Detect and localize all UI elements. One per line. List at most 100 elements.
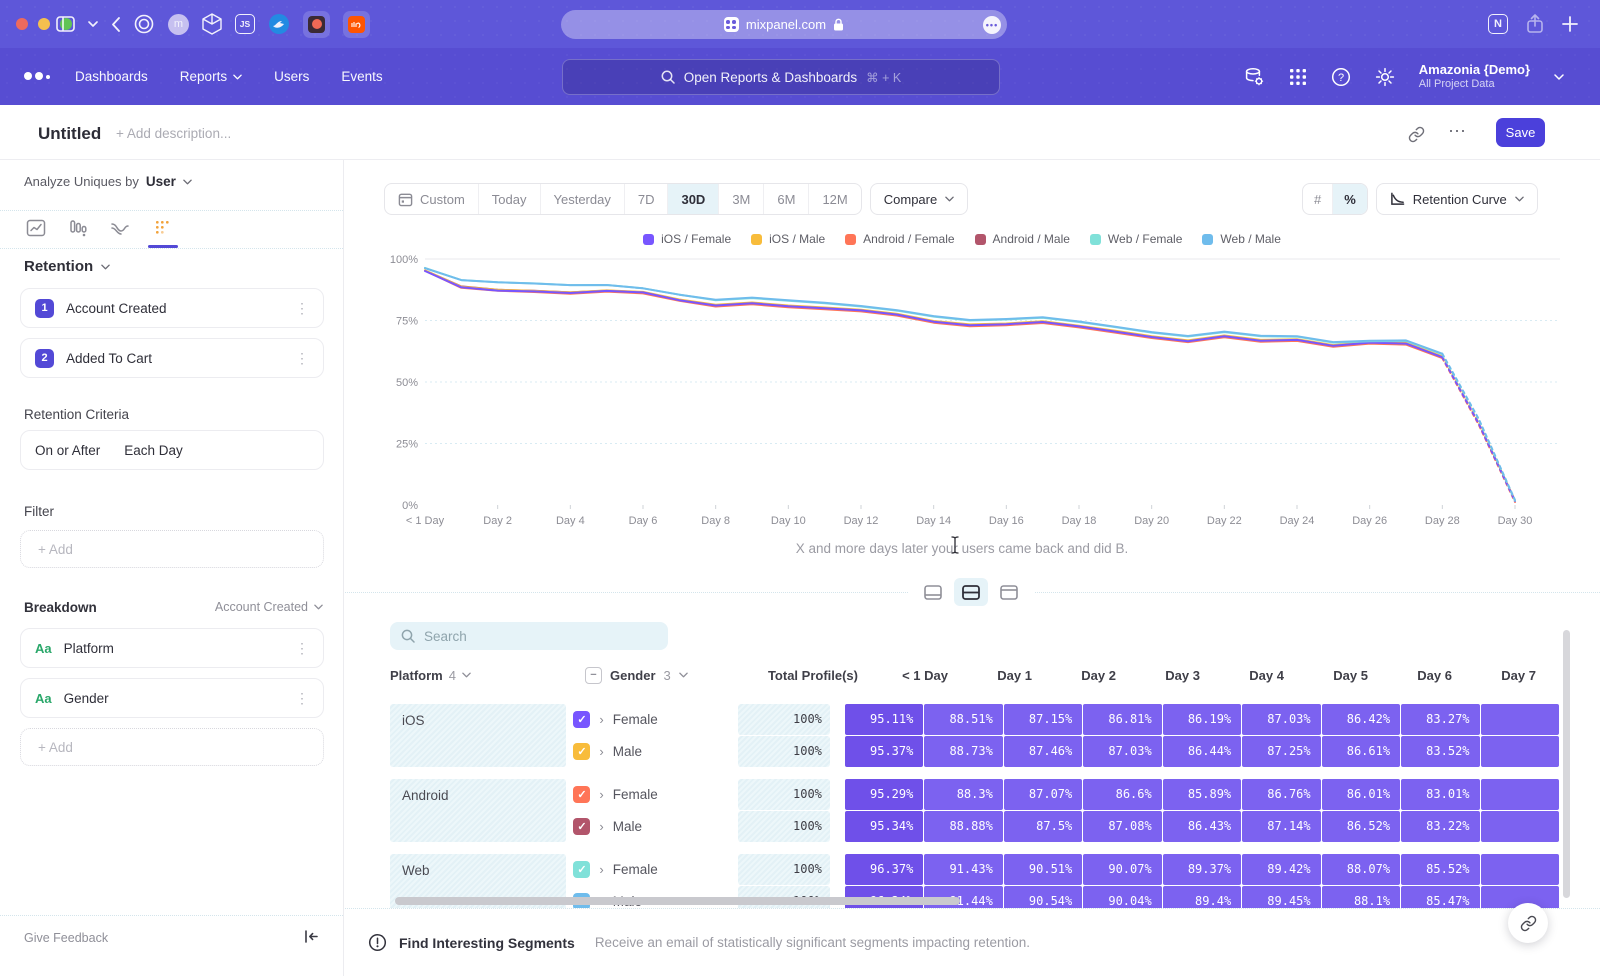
- extension-js-icon[interactable]: JS: [235, 14, 255, 34]
- retention-value-cell[interactable]: 85.52%: [1401, 854, 1479, 885]
- retention-value-cell[interactable]: 96.37%: [845, 854, 923, 885]
- column-day-6[interactable]: Day 6: [1378, 668, 1462, 683]
- retention-value-cell[interactable]: 86.61%: [1322, 736, 1400, 767]
- step-event-name[interactable]: Account Created: [66, 301, 167, 316]
- address-bar[interactable]: mixpanel.com •••: [561, 10, 1007, 39]
- column-day-4[interactable]: Day 4: [1210, 668, 1294, 683]
- collapse-sidebar-icon[interactable]: [303, 929, 319, 944]
- retention-value-cell[interactable]: 89.37%: [1163, 854, 1241, 885]
- traffic-close-button[interactable]: [16, 18, 28, 30]
- retention-value-cell[interactable]: 83.01%: [1401, 779, 1479, 810]
- compare-button[interactable]: Compare: [870, 183, 968, 215]
- retention-value-cell[interactable]: 85.47%: [1401, 886, 1479, 908]
- vertical-scrollbar[interactable]: [1563, 630, 1570, 898]
- retention-value-cell[interactable]: 90.07%: [1083, 854, 1161, 885]
- retention-value-cell[interactable]: 86.76%: [1242, 779, 1320, 810]
- extension-cube-icon[interactable]: [202, 13, 222, 35]
- retention-value-cell[interactable]: 95.34%: [845, 811, 923, 842]
- sidebar-toggle-icon[interactable]: [56, 16, 75, 32]
- retention-value-cell[interactable]: 86.19%: [1163, 704, 1241, 735]
- date-range-30d[interactable]: 30D: [667, 184, 718, 214]
- legend-item[interactable]: Web / Female: [1090, 232, 1182, 246]
- project-switcher[interactable]: Amazonia {Demo} All Project Data: [1419, 62, 1530, 92]
- more-options-icon[interactable]: ⋯: [1448, 121, 1467, 142]
- retention-value-cell[interactable]: 89.4%: [1163, 886, 1241, 908]
- retention-value-cell[interactable]: 87.46%: [1004, 736, 1082, 767]
- breakdown-scope-selector[interactable]: Account Created: [215, 600, 308, 614]
- chart-type-selector[interactable]: Retention Curve: [1376, 183, 1538, 215]
- copy-link-button[interactable]: [1508, 903, 1548, 943]
- tab-insights-icon[interactable]: [26, 218, 46, 238]
- data-management-icon[interactable]: [1244, 67, 1265, 87]
- retention-value-cell[interactable]: 90.54%: [1004, 886, 1082, 908]
- platform-cell[interactable]: iOS: [390, 704, 566, 767]
- expand-row-icon[interactable]: ›: [599, 744, 603, 759]
- unit-number-button[interactable]: #: [1303, 184, 1332, 214]
- step-event-name[interactable]: Added To Cart: [66, 351, 152, 366]
- retention-value-cell[interactable]: 91.43%: [924, 854, 1002, 885]
- retention-value-cell[interactable]: 90.04%: [1083, 886, 1161, 908]
- notion-icon[interactable]: N: [1488, 14, 1508, 34]
- step-card-added-to-cart[interactable]: 2 Added To Cart ⋮: [20, 338, 324, 378]
- legend-item[interactable]: iOS / Female: [643, 232, 731, 246]
- retention-value-cell[interactable]: 87.03%: [1242, 704, 1320, 735]
- criteria-interval[interactable]: Each Day: [124, 443, 183, 458]
- retention-value-cell[interactable]: 87.14%: [1242, 811, 1320, 842]
- back-icon[interactable]: [111, 17, 120, 32]
- retention-value-cell[interactable]: 86.52%: [1322, 811, 1400, 842]
- retention-criteria-card[interactable]: On or After Each Day: [20, 430, 324, 470]
- retention-value-cell[interactable]: 87.08%: [1083, 811, 1161, 842]
- legend-item[interactable]: Web / Male: [1202, 232, 1280, 246]
- global-search[interactable]: Open Reports & Dashboards ⌘ + K: [562, 59, 1000, 95]
- traffic-minimize-button[interactable]: [38, 18, 50, 30]
- retention-value-cell[interactable]: 89.45%: [1242, 886, 1320, 908]
- kebab-menu-icon[interactable]: ⋮: [295, 690, 309, 707]
- retention-value-cell[interactable]: 88.3%: [924, 779, 1002, 810]
- retention-value-cell[interactable]: 86.81%: [1083, 704, 1161, 735]
- kebab-menu-icon[interactable]: ⋮: [295, 300, 309, 317]
- page-title[interactable]: Untitled: [38, 124, 101, 144]
- column-day-1[interactable]: Day 1: [958, 668, 1042, 683]
- legend-item[interactable]: iOS / Male: [751, 232, 825, 246]
- breakdown-card-gender[interactable]: Aa Gender ⋮: [20, 678, 324, 718]
- retention-value-cell[interactable]: 87.15%: [1004, 704, 1082, 735]
- share-link-icon[interactable]: [1408, 126, 1425, 143]
- nav-reports[interactable]: Reports: [180, 69, 242, 84]
- retention-value-cell[interactable]: 90.51%: [1004, 854, 1082, 885]
- retention-value-cell[interactable]: 95.29%: [845, 779, 923, 810]
- give-feedback-link[interactable]: Give Feedback: [24, 931, 108, 945]
- add-breakdown-button[interactable]: + Add: [20, 728, 324, 766]
- retention-value-cell[interactable]: 87.07%: [1004, 779, 1082, 810]
- legend-item[interactable]: Android / Female: [845, 232, 954, 246]
- retention-value-cell[interactable]: 88.51%: [924, 704, 1002, 735]
- mixpanel-logo[interactable]: [24, 72, 50, 80]
- add-filter-button[interactable]: + Add: [20, 530, 324, 568]
- series-checkbox[interactable]: ✓: [573, 743, 590, 760]
- retention-value-cell[interactable]: 87.5%: [1004, 811, 1082, 842]
- layout-split-icon[interactable]: [954, 578, 988, 606]
- expand-row-icon[interactable]: ›: [599, 862, 603, 877]
- help-icon[interactable]: ?: [1331, 67, 1351, 87]
- retention-value-cell[interactable]: 86.01%: [1322, 779, 1400, 810]
- retention-value-cell[interactable]: 88.73%: [924, 736, 1002, 767]
- step-card-account-created[interactable]: 1 Account Created ⋮: [20, 288, 324, 328]
- platform-cell[interactable]: Android: [390, 779, 566, 842]
- extension-bird-icon[interactable]: [268, 13, 290, 35]
- horizontal-scrollbar[interactable]: [395, 897, 960, 905]
- tab-funnels-icon[interactable]: [68, 218, 88, 238]
- retention-value-cell[interactable]: 83.22%: [1401, 811, 1479, 842]
- date-range-3m[interactable]: 3M: [718, 184, 763, 214]
- retention-value-cell[interactable]: 86.6%: [1083, 779, 1161, 810]
- save-button[interactable]: Save: [1496, 118, 1545, 147]
- unit-percent-button[interactable]: %: [1332, 184, 1367, 214]
- column-day-2[interactable]: Day 2: [1042, 668, 1126, 683]
- retention-value-cell[interactable]: 86.42%: [1322, 704, 1400, 735]
- retention-value-cell[interactable]: 87.03%: [1083, 736, 1161, 767]
- retention-value-cell[interactable]: 85.89%: [1163, 779, 1241, 810]
- share-icon[interactable]: [1526, 14, 1544, 34]
- date-range-6m[interactable]: 6M: [763, 184, 808, 214]
- nav-events[interactable]: Events: [341, 69, 382, 84]
- select-all-checkbox-indeterminate[interactable]: −: [585, 667, 602, 684]
- criteria-mode[interactable]: On or After: [35, 443, 100, 458]
- nav-users[interactable]: Users: [274, 69, 309, 84]
